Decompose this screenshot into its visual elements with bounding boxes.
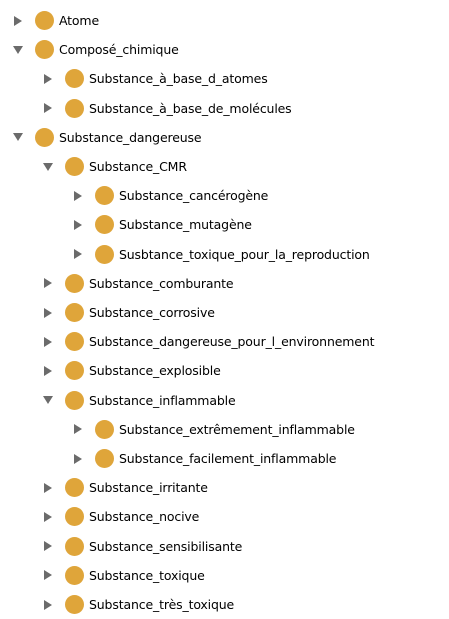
tree-node-label: Substance_comburante [89, 275, 234, 291]
tree-node-susbtance-toxique-pour-la-reproduction[interactable]: Susbtance_toxique_pour_la_reproduction [72, 240, 370, 269]
tree-node-label: Substance_à_base_d_atomes [89, 71, 268, 87]
tree-node-label: Substance_à_base_de_molécules [89, 100, 292, 116]
collapsed-triangle-icon[interactable] [42, 102, 54, 114]
collapsed-triangle-icon[interactable] [42, 569, 54, 581]
tree-node-substance-nocive[interactable]: Substance_nocive [42, 502, 199, 531]
class-circle-icon [65, 157, 84, 176]
class-circle-icon [65, 565, 84, 585]
class-circle-icon [65, 478, 84, 498]
tree-node-label: Substance_facilement_inflammable [119, 451, 337, 466]
collapsed-triangle-icon[interactable] [72, 190, 84, 202]
tree-node-substance-extremement-inflammable[interactable]: Substance_extrêmement_inflammable [72, 415, 355, 444]
collapsed-triangle-icon[interactable] [72, 423, 84, 435]
collapsed-triangle-icon[interactable] [42, 540, 54, 552]
tree-node-substance-dangereuse[interactable]: Substance_dangereuse [12, 123, 202, 152]
tree-node-substance-toxique[interactable]: Substance_toxique [42, 561, 205, 590]
class-circle-icon [95, 449, 114, 468]
tree-node-substance-a-base-de-molecules[interactable]: Substance_à_base_de_molécules [42, 94, 292, 123]
tree-node-label: Composé_chimique [59, 42, 179, 58]
expanded-triangle-icon[interactable] [12, 131, 24, 143]
tree-node-label: Substance_sensibilisante [89, 538, 243, 554]
tree-node-label: Substance_irritante [89, 480, 208, 496]
class-circle-icon [95, 244, 114, 264]
class-circle-icon [65, 332, 84, 352]
tree-node-substance-facilement-inflammable[interactable]: Substance_facilement_inflammable [72, 444, 337, 473]
tree-node-atome[interactable]: Atome [12, 6, 99, 35]
expanded-triangle-icon[interactable] [42, 394, 54, 406]
class-circle-icon [65, 595, 84, 614]
class-circle-icon [35, 11, 54, 30]
class-circle-icon [65, 98, 84, 118]
class-circle-icon [95, 419, 114, 439]
tree-node-label: Substance_inflammable [89, 392, 236, 408]
tree-node-label: Substance_explosible [89, 363, 221, 379]
tree-node-label: Substance_nocive [89, 509, 200, 525]
class-circle-icon [65, 303, 84, 322]
class-hierarchy-tree: Atome Composé_chimique Substance_à_base_d_… [0, 0, 449, 615]
tree-node-substance-explosible[interactable]: Substance_explosible [42, 356, 221, 385]
tree-node-label: Susbtance_toxique_pour_la_reproduction [119, 246, 370, 262]
tree-node-label: Substance_dangereuse_pour_l_environnemen… [89, 334, 375, 350]
class-circle-icon [65, 390, 84, 410]
class-circle-icon [95, 215, 114, 235]
collapsed-triangle-icon[interactable] [72, 248, 84, 260]
tree-node-label: Substance_dangereuse [59, 129, 202, 145]
tree-node-substance-comburante[interactable]: Substance_comburante [42, 269, 234, 298]
class-circle-icon [35, 127, 54, 147]
collapsed-triangle-icon[interactable] [42, 336, 54, 348]
tree-node-substance-sensibilisante[interactable]: Substance_sensibilisante [42, 532, 242, 561]
class-circle-icon [95, 186, 114, 206]
tree-node-substance-mutagene[interactable]: Substance_mutagène [72, 210, 252, 239]
collapsed-triangle-icon[interactable] [72, 453, 84, 465]
collapsed-triangle-icon[interactable] [72, 219, 84, 231]
tree-node-label: Substance_extrêmement_inflammable [119, 421, 355, 437]
collapsed-triangle-icon[interactable] [42, 277, 54, 289]
collapsed-triangle-icon[interactable] [42, 482, 54, 494]
tree-node-substance-cancerogene[interactable]: Substance_cancérogène [72, 181, 268, 210]
tree-node-label: Substance_corrosive [89, 305, 215, 320]
tree-node-label: Substance_cancérogène [119, 188, 269, 204]
collapsed-triangle-icon[interactable] [42, 511, 54, 523]
tree-node-substance-corrosive[interactable]: Substance_corrosive [42, 298, 215, 327]
tree-node-label: Substance_mutagène [119, 217, 252, 233]
collapsed-triangle-icon[interactable] [12, 15, 24, 27]
collapsed-triangle-icon[interactable] [42, 73, 54, 85]
tree-node-substance-inflammable[interactable]: Substance_inflammable [42, 386, 236, 415]
tree-node-label: Substance_toxique [89, 567, 205, 583]
collapsed-triangle-icon[interactable] [42, 307, 54, 319]
class-circle-icon [35, 40, 54, 60]
tree-node-label: Substance_CMR [89, 159, 187, 174]
tree-node-compose-chimique[interactable]: Composé_chimique [12, 35, 179, 64]
tree-node-substance-cmr[interactable]: Substance_CMR [42, 152, 187, 181]
expanded-triangle-icon[interactable] [42, 161, 54, 173]
class-circle-icon [65, 361, 84, 381]
class-circle-icon [65, 507, 84, 527]
tree-node-substance-irritante[interactable]: Substance_irritante [42, 473, 208, 502]
class-circle-icon [65, 69, 84, 89]
expanded-triangle-icon[interactable] [12, 44, 24, 56]
tree-node-label: Atome [59, 13, 99, 28]
collapsed-triangle-icon[interactable] [42, 599, 54, 611]
class-circle-icon [65, 536, 84, 556]
collapsed-triangle-icon[interactable] [42, 365, 54, 377]
tree-node-label: Substance_très_toxique [89, 597, 235, 612]
class-circle-icon [65, 273, 84, 293]
tree-node-substance-dangereuse-pour-l-environnement[interactable]: Substance_dangereuse_pour_l_environnemen… [42, 327, 375, 356]
tree-node-substance-a-base-d-atomes[interactable]: Substance_à_base_d_atomes [42, 64, 268, 93]
